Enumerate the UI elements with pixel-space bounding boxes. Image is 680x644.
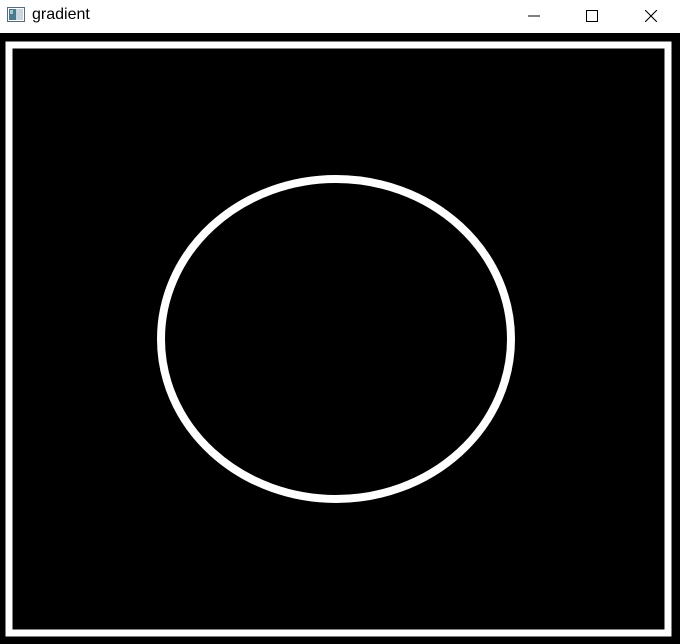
- minimize-button[interactable]: [505, 0, 563, 31]
- title-bar[interactable]: gradient: [0, 0, 680, 31]
- close-icon: [645, 9, 657, 22]
- image-drawing: [0, 33, 680, 644]
- close-button[interactable]: [622, 0, 680, 31]
- image-canvas: [0, 33, 680, 644]
- app-window: gradient: [0, 0, 680, 644]
- window-title: gradient: [32, 6, 90, 23]
- minimize-icon: [528, 15, 540, 16]
- app-window-icon: [7, 7, 25, 22]
- maximize-icon: [586, 9, 598, 22]
- canvas-background: [0, 33, 680, 644]
- maximize-button[interactable]: [563, 0, 621, 31]
